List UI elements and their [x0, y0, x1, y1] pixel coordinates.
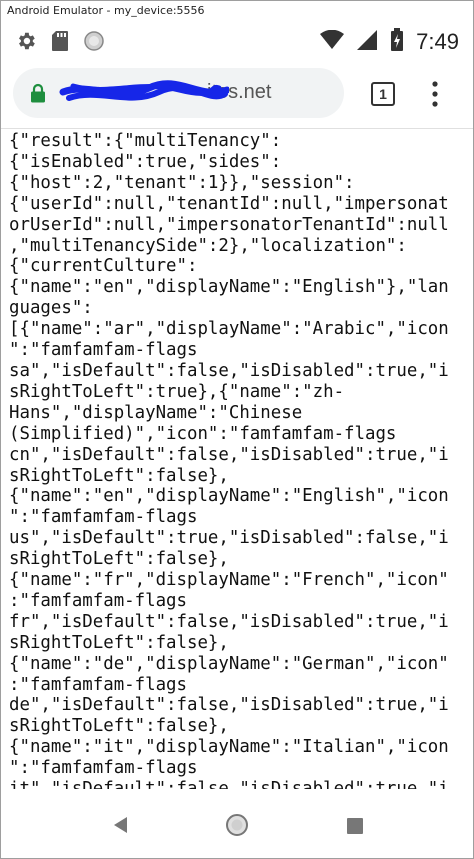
json-text-line: sRightToLeft":true},{"name":"zh-	[9, 381, 345, 402]
json-text-line: sRightToLeft":false},	[9, 549, 229, 570]
json-text-line: Hans","displayName":"Chinese	[9, 402, 303, 423]
json-text-line: {"userId":null,"tenantId":null,"imperson…	[9, 193, 449, 214]
json-text-line: orUserId":null,"impersonatorTenantId":nu…	[9, 214, 449, 235]
battery-icon	[390, 28, 404, 56]
json-text-line: us","isDefault":true,"isDisabled":false,…	[9, 528, 449, 549]
emulator-window-title: Android Emulator - my_device:5556	[1, 1, 473, 20]
tab-switcher-button[interactable]: 1	[371, 82, 395, 106]
overflow-menu-icon[interactable]	[427, 79, 443, 109]
emulator-frame: Android Emulator - my_device:5556 7:49 i…	[0, 0, 474, 859]
json-text-line: {"name":"it","displayName":"Italian","ic…	[9, 737, 449, 758]
system-navigation-bar	[1, 789, 473, 858]
json-text-line: sRightToLeft":false},	[9, 632, 229, 653]
json-text-line: {"currentCulture":	[9, 256, 198, 277]
redaction-scribble	[59, 78, 231, 112]
status-bar: 7:49	[1, 20, 473, 65]
back-icon[interactable]	[111, 815, 129, 839]
json-text-line: sa","isDefault":false,"isDisabled":true,…	[9, 360, 449, 381]
json-text-line: de","isDefault":false,"isDisabled":true,…	[9, 695, 449, 716]
json-text-line: ":"famfamfam-flags	[9, 340, 198, 361]
json-text-line: {"name":"en","displayName":"English","ic…	[9, 486, 449, 507]
circle-icon	[83, 30, 105, 56]
json-text-line: {"name":"de","displayName":"German","ico…	[9, 653, 449, 674]
status-right-icons: 7:49	[320, 28, 459, 56]
wifi-icon	[320, 29, 345, 54]
json-text-line: {"result":{"multiTenancy":	[9, 131, 282, 151]
address-bar[interactable]: ites.net	[13, 68, 344, 118]
json-text-line: {"isEnabled":true,"sides":	[9, 151, 282, 172]
json-text-line: cn","isDefault":false,"isDisabled":true,…	[9, 444, 449, 465]
json-text-line: fr","isDefault":false,"isDisabled":true,…	[9, 611, 449, 632]
json-text-line: {"name":"en","displayName":"English"},"l…	[9, 277, 449, 298]
json-text-line: sRightToLeft":false},	[9, 465, 229, 486]
json-text-line: ":"famfamfam-flags	[9, 758, 198, 779]
json-text-line: :"famfamfam-flags	[9, 674, 187, 695]
json-text-line: sRightToLeft":false},	[9, 716, 229, 737]
json-text-line: :"famfamfam-flags	[9, 590, 187, 611]
json-text-line: (Simplified)","icon":"famfamfam-flags	[9, 423, 397, 444]
toolbar-divider	[1, 128, 473, 129]
signal-icon	[356, 29, 378, 55]
json-text-line: [{"name":"ar","displayName":"Arabic","ic…	[9, 319, 449, 340]
sd-card-icon	[51, 30, 69, 56]
lock-icon	[30, 83, 46, 107]
status-time: 7:49	[416, 29, 459, 54]
home-icon[interactable]	[225, 813, 249, 841]
json-text-line: {"name":"fr","displayName":"French","ico…	[9, 570, 449, 591]
json-text-line: {"host":2,"tenant":1}},"session":	[9, 172, 355, 193]
json-text-line: ":"famfamfam-flags	[9, 507, 198, 528]
json-response-text: {"result":{"multiTenancy": {"isEnabled":…	[9, 131, 471, 789]
json-text-line: it","isDefault":false,"isDisabled":true,…	[9, 779, 449, 789]
json-text-line: guages":	[9, 298, 93, 319]
status-left-icons	[15, 30, 105, 56]
gear-icon	[15, 30, 37, 56]
recents-icon[interactable]	[347, 818, 363, 838]
page-content: {"result":{"multiTenancy": {"isEnabled":…	[9, 131, 471, 789]
json-text-line: ,"multiTenancySide":2},"localization":	[9, 235, 407, 256]
